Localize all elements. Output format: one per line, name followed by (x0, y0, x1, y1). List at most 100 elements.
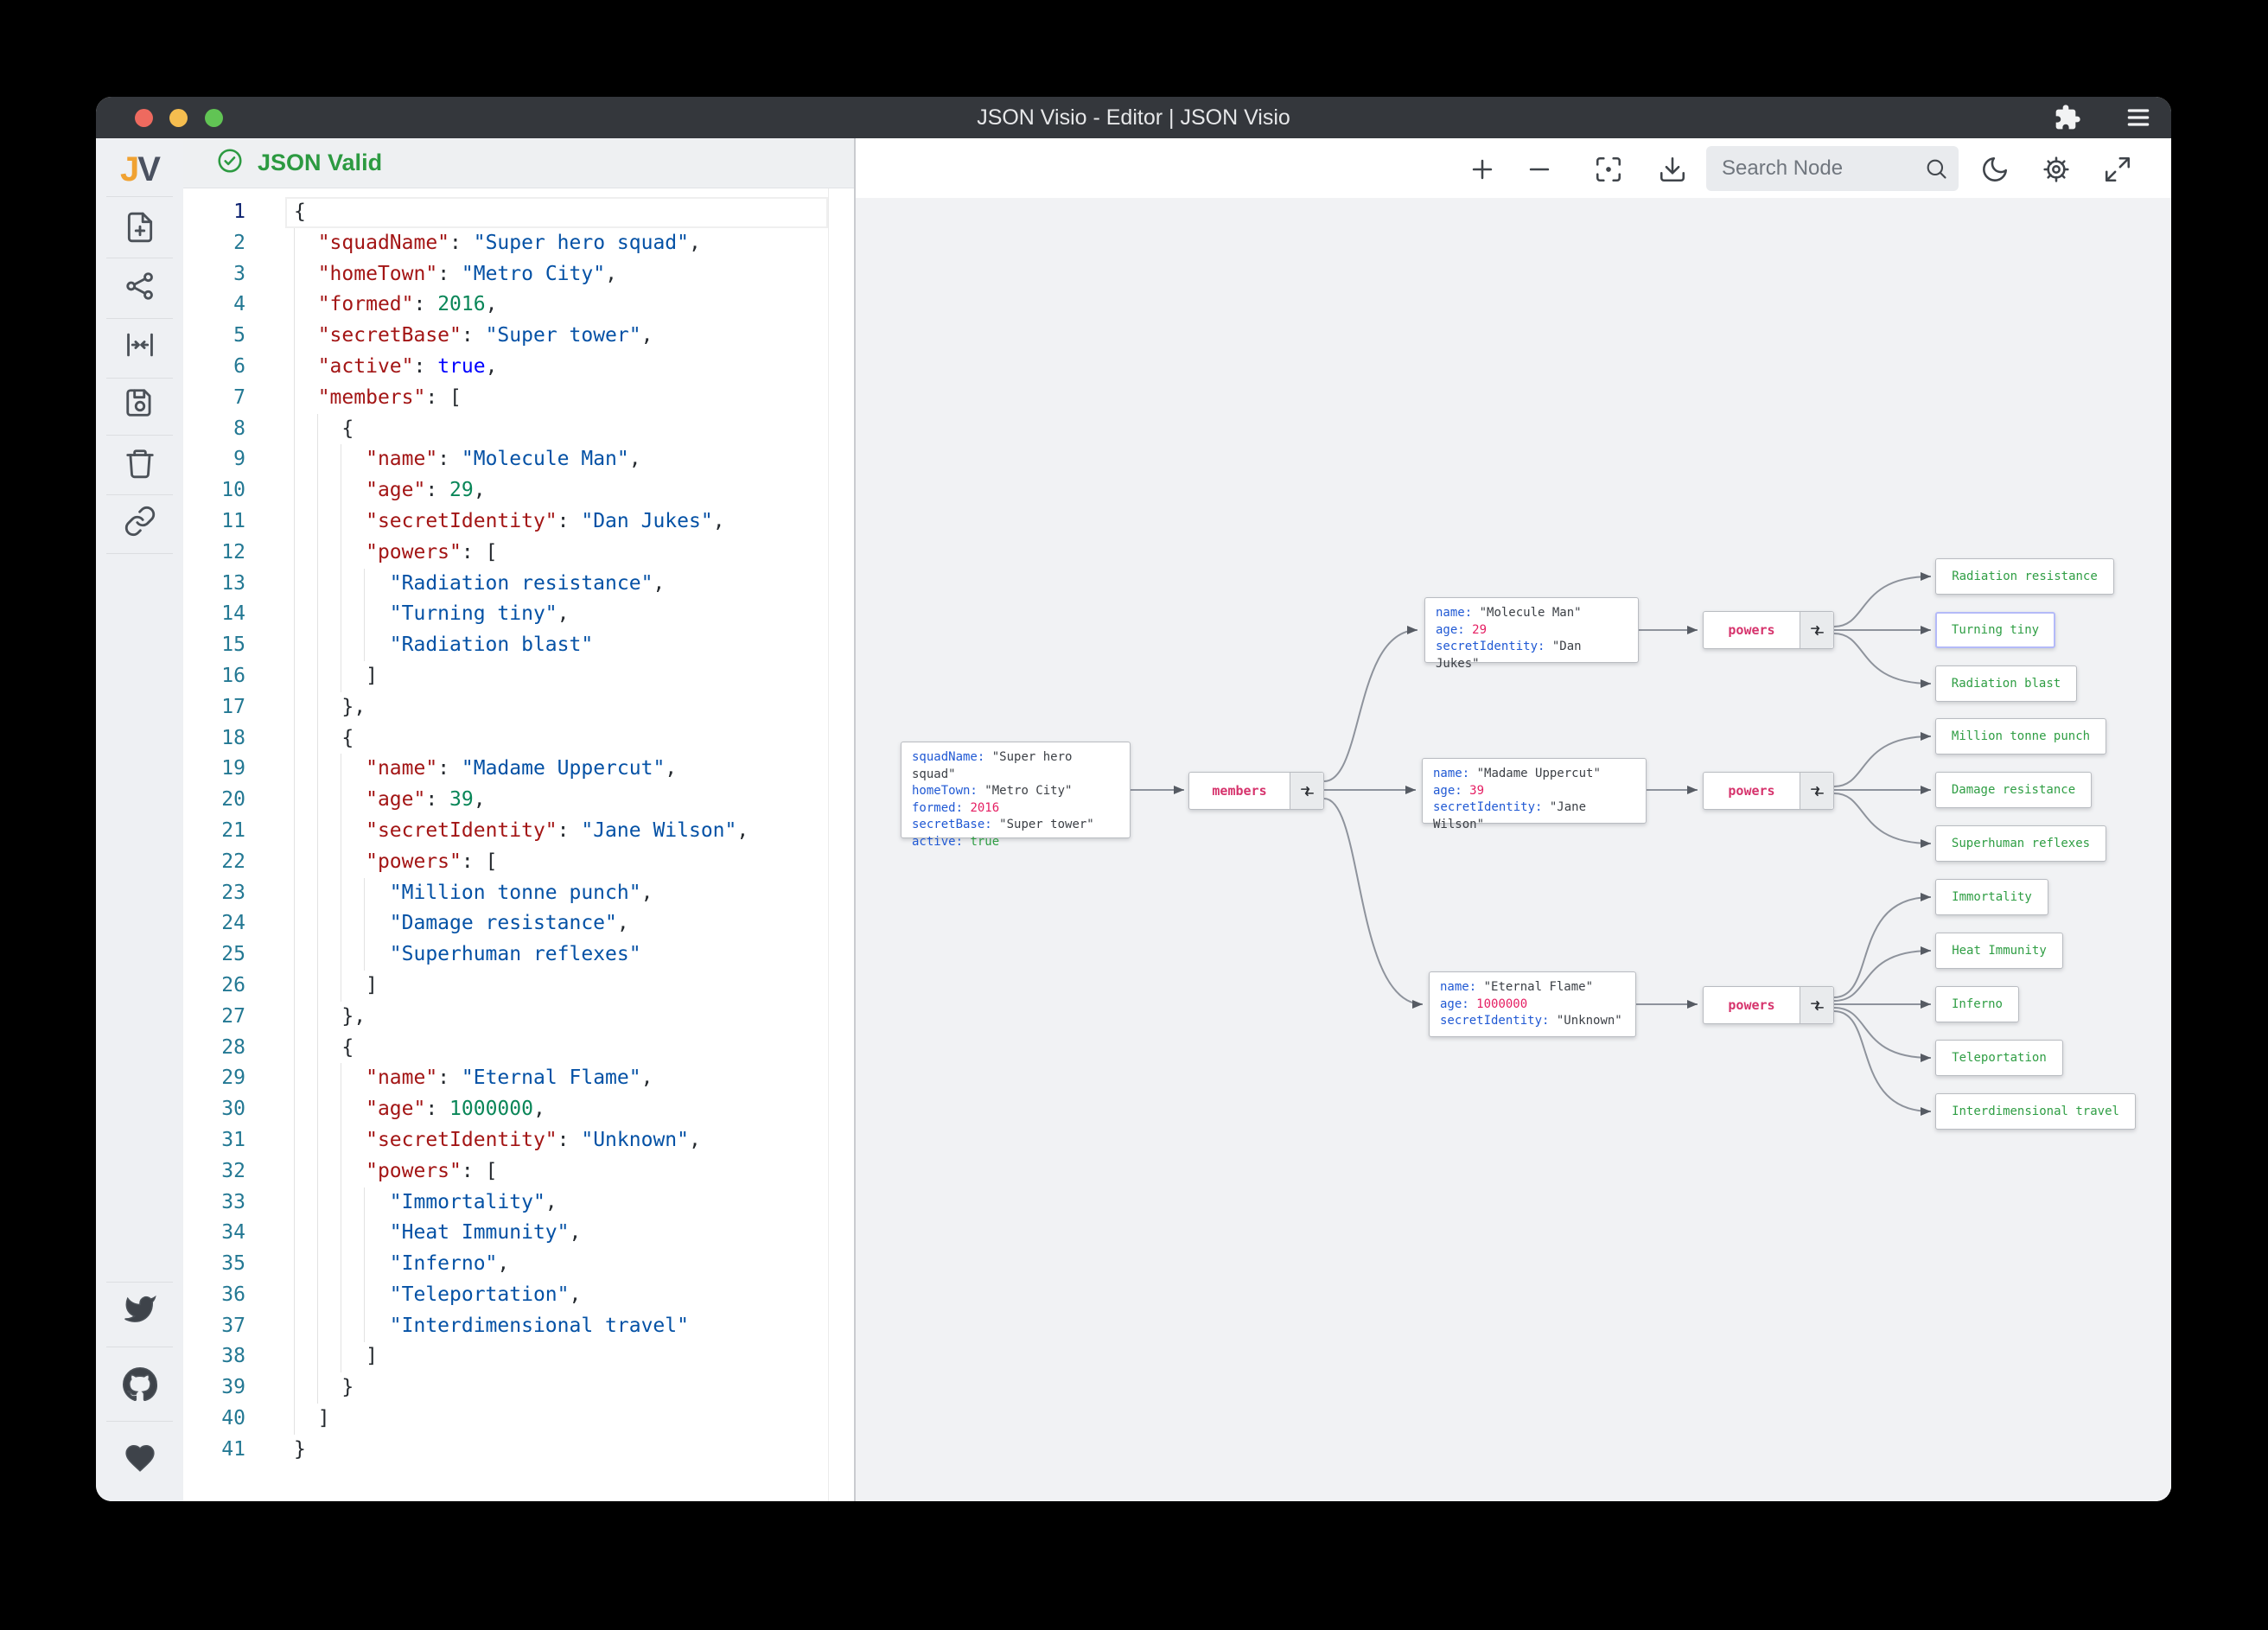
graph-canvas[interactable]: squadName: "Super hero squad" homeTown: … (856, 198, 2171, 1501)
share-graph-icon (125, 272, 153, 300)
code-line[interactable]: 16 ] (183, 661, 828, 692)
browser-menu-icon[interactable] (2125, 104, 2152, 131)
code-line[interactable]: 21 "secretIdentity": "Jane Wilson", (183, 816, 828, 847)
share-link-button[interactable] (96, 497, 183, 545)
graph-node-member-2[interactable]: name: "Madame Uppercut" age: 39 secretId… (1422, 758, 1647, 831)
download-image-button[interactable] (1653, 150, 1691, 188)
collapse-node-button[interactable] (1800, 987, 1833, 1023)
graph-leaf-node[interactable]: Million tonne punch (1935, 718, 2106, 755)
app-logo[interactable]: JV (96, 150, 183, 189)
code-line[interactable]: 24 "Damage resistance", (183, 908, 828, 939)
new-document-button[interactable] (96, 203, 183, 252)
settings-button[interactable] (2037, 150, 2075, 188)
graph-leaf-node[interactable]: Superhuman reflexes (1935, 825, 2106, 862)
code-line[interactable]: 17 }, (183, 692, 828, 723)
graph-node-member-1[interactable]: name: "Molecule Man" age: 29 secretIdent… (1424, 597, 1639, 671)
twitter-button[interactable] (96, 1285, 183, 1334)
code-line[interactable]: 3 "homeTown": "Metro City", (183, 259, 828, 290)
sponsor-button[interactable] (96, 1434, 183, 1482)
code-line[interactable]: 26 ] (183, 971, 828, 1002)
code-line[interactable]: 33 "Immortality", (183, 1187, 828, 1219)
code-line[interactable]: 1{ (183, 197, 828, 228)
collapse-icon (1810, 625, 1824, 635)
center-focus-button[interactable] (1590, 150, 1628, 188)
code-line[interactable]: 4 "formed": 2016, (183, 290, 828, 321)
collapse-node-button[interactable] (1800, 773, 1833, 809)
code-line[interactable]: 22 "powers": [ (183, 847, 828, 878)
code-line[interactable]: 5 "secretBase": "Super tower", (183, 321, 828, 352)
code-line[interactable]: 25 "Superhuman reflexes" (183, 939, 828, 971)
fit-width-button[interactable] (96, 321, 183, 369)
code-line[interactable]: 28 { (183, 1033, 828, 1064)
graph-leaf-node[interactable]: Radiation resistance (1935, 558, 2114, 595)
code-line[interactable]: 27 }, (183, 1002, 828, 1033)
graph-node-powers-2[interactable]: powers (1703, 772, 1834, 810)
zoom-in-button[interactable] (1463, 150, 1501, 188)
graph-leaf-node[interactable]: Teleportation (1935, 1040, 2063, 1076)
graph-leaf-node[interactable]: Damage resistance (1935, 772, 2092, 808)
code-line[interactable]: 36 "Teleportation", (183, 1280, 828, 1311)
graph-node-members[interactable]: members (1188, 772, 1324, 810)
code-line[interactable]: 10 "age": 29, (183, 475, 828, 506)
delete-button[interactable] (96, 439, 183, 487)
dark-mode-toggle[interactable] (1976, 150, 2014, 188)
screenshot-stage: JSON Visio - Editor | JSON Visio JV JSON… (0, 0, 2268, 1630)
code-line[interactable]: 38 ] (183, 1341, 828, 1372)
share-graph-button[interactable] (96, 262, 183, 310)
code-line[interactable]: 2 "squadName": "Super hero squad", (183, 228, 828, 259)
graph-leaf-node[interactable]: Interdimensional travel (1935, 1093, 2136, 1130)
code-line[interactable]: 30 "age": 1000000, (183, 1094, 828, 1125)
graph-node-member-3[interactable]: name: "Eternal Flame" age: 1000000 secre… (1429, 971, 1636, 1037)
heart-icon (124, 1444, 155, 1472)
code-line[interactable]: 39 } (183, 1372, 828, 1404)
code-line[interactable]: 41} (183, 1435, 828, 1466)
code-line[interactable]: 37 "Interdimensional travel" (183, 1311, 828, 1342)
code-editor[interactable]: 1{2 "squadName": "Super hero squad", 3 "h… (183, 188, 854, 1501)
code-line[interactable]: 9 "name": "Molecule Man", (183, 444, 828, 475)
json-editor-panel: JSON Valid 1{2 "squadName": "Super hero … (183, 138, 854, 1501)
graph-node-powers-1[interactable]: powers (1703, 611, 1834, 649)
code-line[interactable]: 40 ] (183, 1404, 828, 1435)
search-node-input[interactable] (1706, 146, 1929, 191)
github-button[interactable] (96, 1360, 183, 1409)
validation-status-text: JSON Valid (258, 150, 383, 175)
search-icon[interactable] (1924, 156, 1948, 185)
collapse-node-button[interactable] (1800, 612, 1833, 648)
trash-icon (125, 449, 154, 479)
code-line[interactable]: 23 "Million tonne punch", (183, 878, 828, 909)
graph-node-root[interactable]: squadName: "Super hero squad" homeTown: … (901, 742, 1131, 849)
code-line[interactable]: 11 "secretIdentity": "Dan Jukes", (183, 506, 828, 538)
code-line[interactable]: 13 "Radiation resistance", (183, 569, 828, 600)
scrollbar-track[interactable] (828, 188, 829, 1501)
code-line[interactable]: 8 { (183, 414, 828, 445)
github-icon (122, 1367, 157, 1402)
collapse-node-button[interactable] (1290, 773, 1323, 809)
valid-check-icon (216, 147, 244, 179)
moon-icon (1983, 156, 2008, 181)
extensions-puzzle-icon[interactable] (2054, 104, 2081, 131)
code-line[interactable]: 20 "age": 39, (183, 785, 828, 816)
code-line[interactable]: 6 "active": true, (183, 352, 828, 383)
fit-width-icon (126, 333, 153, 357)
fullscreen-button[interactable] (2099, 150, 2137, 188)
code-line[interactable]: 31 "secretIdentity": "Unknown", (183, 1125, 828, 1156)
code-line[interactable]: 7 "members": [ (183, 383, 828, 414)
code-line[interactable]: 19 "name": "Madame Uppercut", (183, 754, 828, 785)
code-line[interactable]: 35 "Inferno", (183, 1249, 828, 1280)
code-line[interactable]: 32 "powers": [ (183, 1156, 828, 1187)
code-line[interactable]: 12 "powers": [ (183, 538, 828, 569)
save-button[interactable] (96, 379, 183, 427)
graph-leaf-node-highlighted[interactable]: Turning tiny (1935, 612, 2055, 648)
code-line[interactable]: 15 "Radiation blast" (183, 630, 828, 661)
zoom-out-button[interactable] (1520, 150, 1558, 188)
graph-leaf-node[interactable]: Inferno (1935, 986, 2019, 1022)
code-line[interactable]: 29 "name": "Eternal Flame", (183, 1063, 828, 1094)
code-line[interactable]: 14 "Turning tiny", (183, 599, 828, 630)
graph-leaf-node[interactable]: Heat Immunity (1935, 933, 2063, 969)
code-line[interactable]: 34 "Heat Immunity", (183, 1218, 828, 1249)
link-icon (124, 506, 155, 537)
graph-node-powers-3[interactable]: powers (1703, 986, 1834, 1024)
code-line[interactable]: 18 { (183, 723, 828, 755)
graph-leaf-node[interactable]: Immortality (1935, 879, 2048, 915)
graph-leaf-node[interactable]: Radiation blast (1935, 665, 2077, 702)
